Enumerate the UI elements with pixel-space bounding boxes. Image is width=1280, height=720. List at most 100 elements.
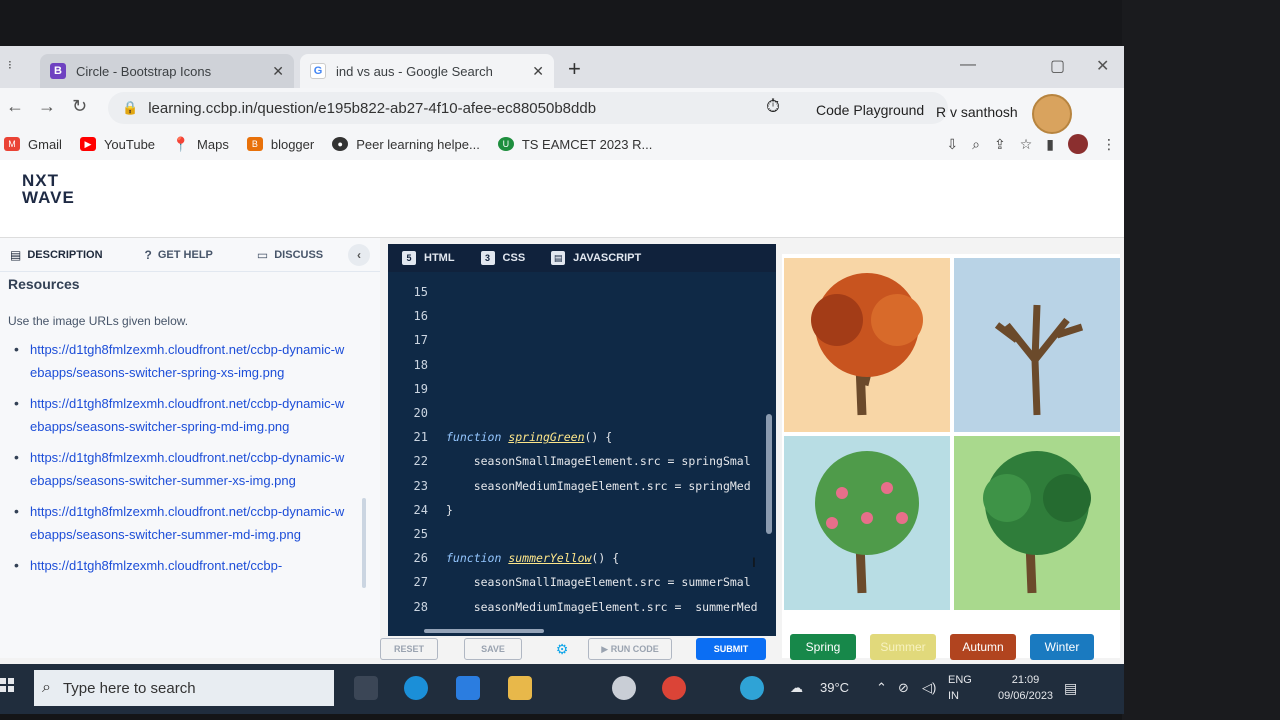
code-text: } (446, 502, 453, 517)
code-line[interactable]: 22 seasonSmallImageElement.src = springS… (388, 449, 768, 473)
code-line[interactable]: ▾26function summerYellow() { (388, 546, 768, 570)
install-app-icon[interactable]: ⇩ (946, 136, 958, 153)
tab-css[interactable]: 3 CSS (480, 251, 526, 265)
spring-button[interactable]: Spring (790, 634, 856, 660)
bookmark-maps[interactable]: 📍 Maps (172, 136, 229, 152)
url-text: learning.ccbp.in/question/e195b822-ab27-… (148, 99, 597, 117)
resource-link[interactable]: https://d1tgh8fmlzexmh.cloudfront.net/cc… (14, 446, 346, 492)
code-line[interactable]: 25 (388, 522, 768, 546)
bookmark-label: blogger (270, 136, 315, 152)
forward-icon[interactable]: → (38, 96, 56, 117)
autumn-tree-image (954, 436, 1120, 610)
editor-vertical-scrollbar[interactable] (766, 414, 772, 534)
help-app-icon[interactable] (740, 676, 764, 700)
volume-icon[interactable]: ◁) (922, 680, 936, 696)
user-name[interactable]: R v santhosh (936, 104, 1018, 120)
tab-google-search[interactable]: G ind vs aus - Google Search ✕ (300, 54, 554, 88)
task-view-icon[interactable] (354, 676, 378, 700)
summer-button[interactable]: Summer (870, 634, 936, 660)
code-playground-link[interactable]: Code Playground (816, 102, 924, 118)
code-line[interactable]: 18 (388, 353, 768, 377)
code-line[interactable]: 20 (388, 401, 768, 425)
user-avatar[interactable] (1032, 94, 1072, 134)
line-number: 24 (413, 502, 428, 517)
nxtwave-logo[interactable]: NXT WAVE (22, 172, 75, 206)
collapse-panel-icon[interactable]: ‹ (348, 244, 370, 266)
windows-start-icon[interactable] (0, 678, 14, 692)
reload-icon[interactable]: ↻ (72, 96, 87, 117)
code-editor[interactable]: 5HTML 3CSS ▤JAVASCRIPT 151617181920▾21fu… (388, 244, 776, 636)
code-line[interactable]: 28 seasonMediumImageElement.src = summer… (388, 594, 768, 618)
settings-gear-icon[interactable]: ⚙ (552, 638, 572, 660)
network-icon[interactable]: ⊘ (898, 680, 909, 696)
editor-horizontal-scrollbar[interactable] (424, 629, 544, 633)
monitor-bezel-top (0, 0, 1280, 48)
tab-bootstrap-icons[interactable]: B Circle - Bootstrap Icons ✕ (40, 54, 294, 88)
resource-link[interactable]: https://d1tgh8fmlzexmh.cloudfront.net/cc… (14, 500, 346, 546)
code-line[interactable]: 23 seasonMediumImageElement.src = spring… (388, 474, 768, 498)
code-line[interactable]: 24} (388, 498, 768, 522)
code-line[interactable]: ▾21function springGreen() { (388, 425, 768, 449)
tab-description[interactable]: ▤ DESCRIPTION (10, 248, 103, 262)
bookmark-star-icon[interactable]: ☆ (1020, 136, 1033, 153)
save-button[interactable]: SAVE (464, 638, 522, 660)
resource-link[interactable]: https://d1tgh8fmlzexmh.cloudfront.net/cc… (14, 554, 346, 577)
taskbar-search-input[interactable]: ⌕ Type here to search (34, 670, 334, 706)
close-tab-icon[interactable]: ✕ (272, 63, 284, 80)
stopwatch-icon[interactable]: ⏱ (766, 96, 780, 117)
file-explorer-icon[interactable] (508, 676, 532, 700)
resource-link[interactable]: https://d1tgh8fmlzexmh.cloudfront.net/cc… (14, 392, 346, 438)
tab-discuss[interactable]: ▭ DISCUSS (257, 248, 323, 262)
winter-button[interactable]: Winter (1030, 634, 1094, 660)
browser-menu-icon[interactable]: ⋮ (1102, 136, 1116, 153)
close-window-icon[interactable]: ✕ (1096, 56, 1109, 76)
gmail-icon: M (4, 137, 20, 151)
run-code-button[interactable]: ▶ RUN CODE (588, 638, 672, 660)
code-line[interactable]: 27 seasonSmallImageElement.src = summerS… (388, 570, 768, 594)
submit-button[interactable]: SUBMIT (696, 638, 766, 660)
taskbar-clock[interactable]: 21:09 09/06/2023 (998, 672, 1053, 704)
minimize-icon[interactable]: — (960, 56, 976, 74)
code-rest: () { (591, 551, 620, 566)
vscode-icon[interactable] (612, 676, 636, 700)
maximize-icon[interactable]: ▢ (1050, 56, 1065, 76)
notifications-icon[interactable]: ▤ (1064, 680, 1077, 697)
code-line[interactable]: 16 (388, 304, 768, 328)
bookmark-blogger[interactable]: Bblogger (246, 136, 315, 152)
tab-javascript[interactable]: ▤ JAVASCRIPT (551, 251, 641, 265)
tab-label: CSS (502, 252, 526, 264)
profile-avatar-icon[interactable] (1068, 134, 1088, 154)
bookmark-ts-eamcet[interactable]: U TS EAMCET 2023 R... (497, 137, 652, 152)
back-icon[interactable]: ← (6, 96, 24, 117)
reset-button[interactable]: RESET (380, 638, 438, 660)
lock-icon: 🔒 (122, 100, 139, 115)
editor-tabs: 5 HTML 3 CSS ▤ JAVASCRIPT (388, 244, 776, 272)
code-line[interactable]: 17 (388, 328, 768, 352)
side-panel-icon[interactable]: ▮ (1046, 136, 1054, 153)
tab-search-icon[interactable]: ⁝ (8, 58, 12, 72)
language-indicator[interactable]: ENG IN (948, 672, 972, 704)
close-tab-icon[interactable]: ✕ (532, 63, 544, 80)
weather-icon[interactable]: ☁ (790, 680, 803, 696)
spring-tree-image (784, 258, 950, 432)
tab-html[interactable]: 5 HTML (402, 251, 455, 265)
share-icon[interactable]: ⇪ (994, 136, 1006, 153)
mail-icon[interactable] (456, 676, 480, 700)
bookmark-youtube[interactable]: ▶ YouTube (79, 137, 155, 152)
new-tab-button[interactable]: + (568, 56, 581, 82)
logo-line-1: NXT (22, 171, 59, 190)
temperature[interactable]: 39°C (820, 680, 849, 695)
edge-browser-icon[interactable] (404, 676, 428, 700)
code-lines[interactable]: 151617181920▾21function springGreen() {2… (388, 280, 768, 619)
tab-get-help[interactable]: ? GET HELP (145, 248, 213, 262)
tray-chevron-icon[interactable]: ⌃ (876, 680, 887, 696)
resource-link[interactable]: https://d1tgh8fmlzexmh.cloudfront.net/cc… (14, 338, 346, 384)
zoom-icon[interactable]: ⌕ (972, 136, 980, 153)
panel-scrollbar[interactable] (362, 498, 366, 588)
autumn-button[interactable]: Autumn (950, 634, 1016, 660)
bookmark-peer-learning[interactable]: ● Peer learning helpe... (332, 137, 480, 152)
chrome-icon[interactable] (662, 676, 686, 700)
bookmark-gmail[interactable]: M Gmail (4, 137, 62, 152)
code-line[interactable]: 15 (388, 280, 768, 304)
code-line[interactable]: 19 (388, 377, 768, 401)
